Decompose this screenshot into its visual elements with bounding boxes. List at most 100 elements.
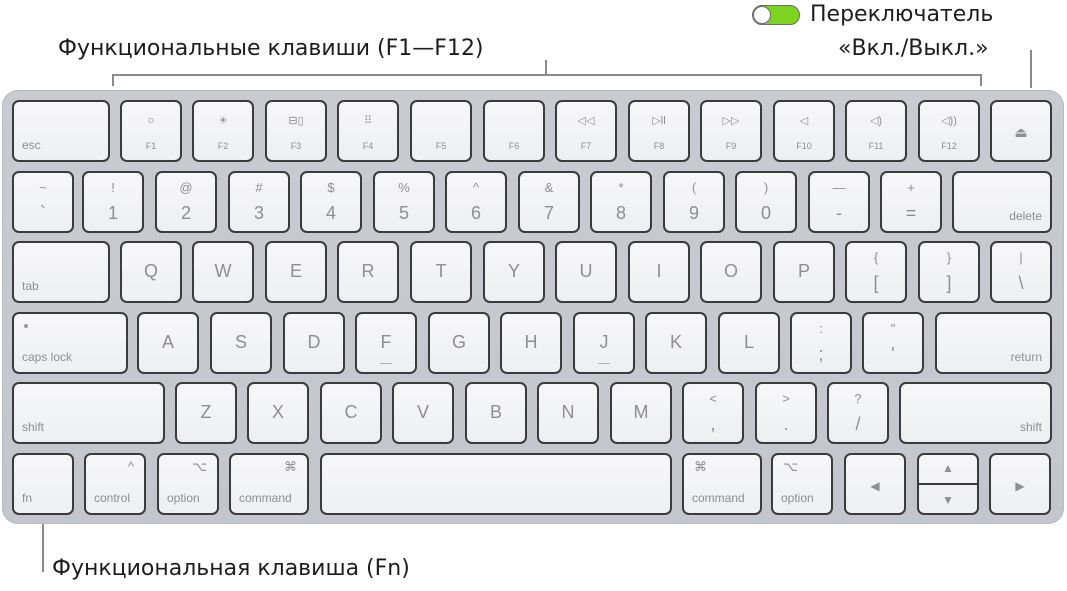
key-6[interactable]: ^ 6 [445, 171, 507, 233]
key-o[interactable]: O [700, 241, 762, 303]
key-f10[interactable]: ◁ F10 [773, 100, 835, 162]
key-d[interactable]: D [283, 312, 345, 374]
key-shift-char: # [255, 180, 263, 195]
key-m[interactable]: M [610, 382, 672, 444]
key-f[interactable]: F [355, 312, 417, 374]
key-label: option [167, 491, 200, 505]
key-label: F6 [508, 141, 520, 151]
key-5[interactable]: % 5 [373, 171, 435, 233]
key-blank[interactable]: — - [808, 171, 870, 233]
key-option[interactable]: ⌥ option [157, 453, 219, 515]
key-command[interactable]: ⌘ command [229, 453, 309, 515]
key-s[interactable]: S [210, 312, 272, 374]
key-blank[interactable]: :; [790, 312, 852, 374]
key-left-arrow[interactable]: ◀ [844, 453, 906, 515]
key-4[interactable]: $4 [300, 171, 362, 233]
key-l[interactable]: L [718, 312, 780, 374]
key-esc[interactable]: esc [12, 100, 110, 162]
key-char: C [344, 402, 358, 422]
key-char: 5 [398, 203, 409, 223]
key-right-option[interactable]: ⌥ option [771, 453, 833, 515]
key-g[interactable]: G [428, 312, 490, 374]
key-3[interactable]: #3 [228, 171, 290, 233]
key-label: F9 [725, 141, 737, 151]
key-tab[interactable]: tab [12, 241, 110, 303]
key-8[interactable]: * 8 [590, 171, 652, 233]
key-f4[interactable]: ⠿ F4 [337, 100, 399, 162]
key-f8[interactable]: ▷ll F8 [628, 100, 690, 162]
key-char: K [669, 332, 682, 352]
key-f5[interactable]: F5 [410, 100, 472, 162]
key-blank[interactable]: " ' [862, 312, 924, 374]
key-char: - [836, 203, 842, 223]
key-char: Q [143, 261, 158, 281]
fast-forward-icon: ▷▷ [722, 115, 740, 127]
key-blank[interactable]: ? / [827, 382, 889, 444]
key-right-arrow[interactable]: ▶ [989, 453, 1051, 515]
key-control[interactable]: ^ control [84, 453, 146, 515]
key-u[interactable]: U [555, 241, 617, 303]
key-shift-char: — [832, 180, 846, 195]
key-q[interactable]: Q [120, 241, 182, 303]
key-right-shift[interactable]: shift [899, 382, 1052, 444]
key-space[interactable] [320, 453, 672, 515]
key-a[interactable]: A [137, 312, 199, 374]
key-k[interactable]: K [645, 312, 707, 374]
key-blank[interactable]: >. [755, 382, 817, 444]
key-right-command[interactable]: ⌘ command [682, 453, 762, 515]
key-blank[interactable]: ~ ` [12, 171, 74, 233]
key-label: command [239, 491, 292, 505]
key-return[interactable]: return [935, 312, 1052, 374]
key-w[interactable]: W [192, 241, 254, 303]
key-caps-lock[interactable]: caps lock [12, 312, 128, 374]
key-e[interactable]: E [265, 241, 327, 303]
key-f3[interactable]: ⊟▯ F3 [265, 100, 327, 162]
key-i[interactable]: I [628, 241, 690, 303]
mission-control-icon: ⊟▯ [288, 115, 304, 127]
key-blank[interactable]: + = [880, 171, 942, 233]
key-f11[interactable]: ◁) F11 [845, 100, 907, 162]
key-b[interactable]: B [465, 382, 527, 444]
arrow-key-divider [919, 483, 977, 485]
key-p[interactable]: P [773, 241, 835, 303]
key-z[interactable]: Z [175, 382, 237, 444]
key-9[interactable]: (9 [663, 171, 725, 233]
key-f1[interactable]: ☼ F1 [120, 100, 182, 162]
key-2[interactable]: @2 [155, 171, 217, 233]
key-up-down-arrows[interactable]: ▲ ▼ [917, 453, 979, 515]
key-x[interactable]: X [247, 382, 309, 444]
key-label: F1 [145, 141, 157, 151]
key-c[interactable]: C [320, 382, 382, 444]
key-t[interactable]: T [410, 241, 472, 303]
key-label: tab [22, 279, 39, 293]
key-left-shift[interactable]: shift [12, 382, 165, 444]
key-char: D [307, 332, 321, 352]
key-delete[interactable]: delete [952, 171, 1052, 233]
key-fn[interactable]: fn [12, 453, 74, 515]
key-7[interactable]: & 7 [518, 171, 580, 233]
key-blank[interactable]: }] [918, 241, 980, 303]
key-blank[interactable]: {[ [845, 241, 907, 303]
key-blank[interactable]: <, [682, 382, 744, 444]
key-f7[interactable]: ◁◁ F7 [555, 100, 617, 162]
key-char: H [524, 332, 538, 352]
key-j[interactable]: J [573, 312, 635, 374]
key-h[interactable]: H [500, 312, 562, 374]
key-char: M [633, 402, 649, 422]
key-0[interactable]: ) 0 [735, 171, 797, 233]
key-char: S [234, 332, 247, 352]
key-blank[interactable]: ⏏ [990, 100, 1052, 162]
key-f2[interactable]: ☀ F2 [192, 100, 254, 162]
key-y[interactable]: Y [483, 241, 545, 303]
key-v[interactable]: V [392, 382, 454, 444]
key-f9[interactable]: ▷▷ F9 [700, 100, 762, 162]
key-blank[interactable]: | \ [990, 241, 1052, 303]
key-r[interactable]: R [337, 241, 399, 303]
key-n[interactable]: N [537, 382, 599, 444]
key-char: G [451, 332, 466, 352]
key-f6[interactable]: F6 [483, 100, 545, 162]
up-arrow-icon: ▲ [942, 461, 954, 475]
key-1[interactable]: ! 1 [82, 171, 144, 233]
key-char: N [561, 402, 575, 422]
key-f12[interactable]: ◁)) F12 [918, 100, 980, 162]
